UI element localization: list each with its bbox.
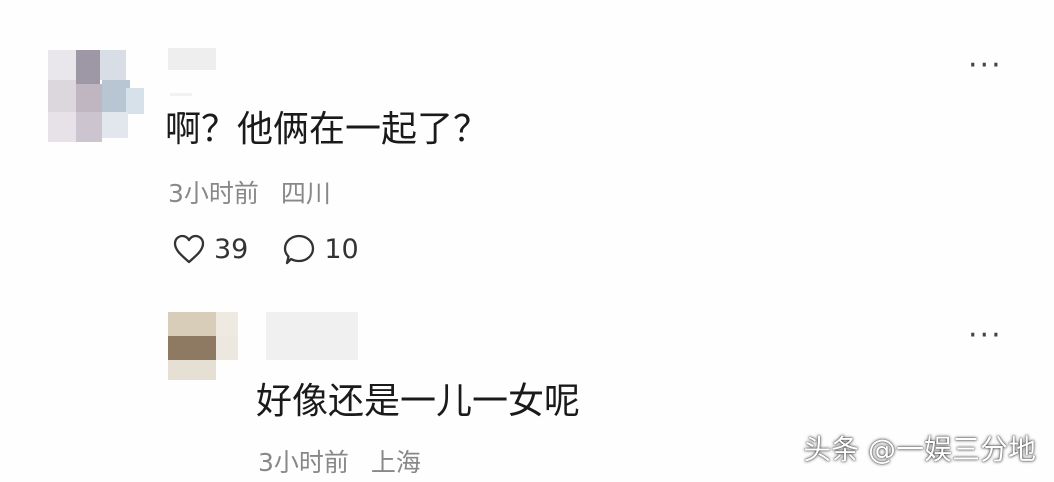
- comment-time: 3小时前: [258, 448, 349, 477]
- like-count: 39: [214, 233, 249, 265]
- reply-button[interactable]: 10: [282, 232, 359, 266]
- reply-count: 10: [324, 233, 359, 265]
- avatar[interactable]: [168, 312, 248, 382]
- comment-actions: 39 10: [172, 232, 359, 266]
- username-underline: [170, 93, 192, 96]
- comment-location: 四川: [280, 179, 331, 208]
- comment-text: 好像还是一儿一女呢: [256, 381, 581, 422]
- username[interactable]: [168, 48, 216, 70]
- like-button[interactable]: 39: [172, 233, 248, 265]
- heart-icon: [172, 233, 206, 265]
- username[interactable]: [266, 312, 358, 360]
- comment-text: 啊？他俩在一起了？: [165, 109, 490, 150]
- comment-thread: ··· 啊？他俩在一起了？ 3小时前 四川 39 10 ··· 好像还是一儿一女…: [0, 0, 1054, 482]
- comment-location: 上海: [370, 448, 421, 477]
- comment-meta: 3小时前 上海: [258, 443, 421, 479]
- avatar[interactable]: [28, 40, 148, 150]
- comment-meta: 3小时前 四川: [168, 174, 331, 210]
- comment-bubble-icon: [282, 232, 316, 266]
- more-options-icon[interactable]: ···: [968, 321, 1003, 351]
- comment-time: 3小时前: [168, 179, 259, 208]
- more-options-icon[interactable]: ···: [968, 51, 1003, 81]
- watermark: 头条 @一娱三分地: [803, 433, 1036, 466]
